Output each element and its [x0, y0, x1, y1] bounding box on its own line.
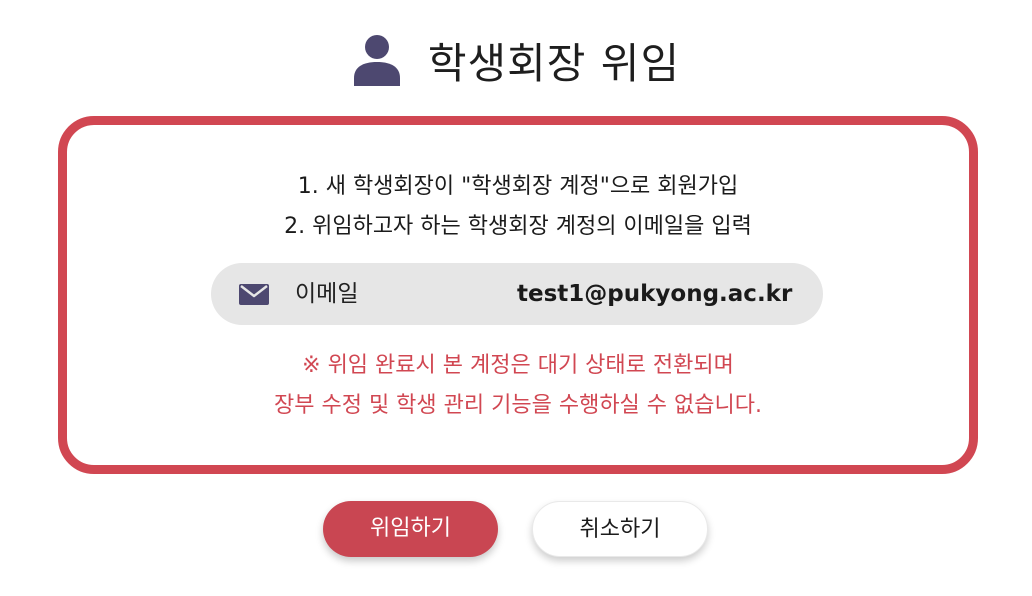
title-row: 학생회장 위임	[0, 24, 1032, 96]
delegation-card: 1. 새 학생회장이 "학생회장 계정"으로 회원가입 2. 위임하고자 하는 …	[58, 116, 978, 474]
instruction-line-2: 2. 위임하고자 하는 학생회장 계정의 이메일을 입력	[284, 214, 752, 239]
delegate-president-page: 학생회장 위임 1. 새 학생회장이 "학생회장 계정"으로 회원가입 2. 위…	[0, 0, 1032, 596]
warning-message: ※ 위임 완료시 본 계정은 대기 상태로 전환되며 장부 수정 및 학생 관리…	[67, 346, 969, 426]
delegate-button[interactable]: 위임하기	[323, 501, 498, 557]
mail-icon	[239, 284, 269, 305]
warning-line-1: ※ 위임 완료시 본 계정은 대기 상태로 전환되며	[302, 353, 734, 378]
email-label: 이메일	[295, 281, 359, 307]
email-value[interactable]: test1@pukyong.ac.kr	[517, 263, 792, 325]
warning-line-2: 장부 수정 및 학생 관리 기능을 수행하실 수 없습니다.	[274, 393, 762, 418]
email-field[interactable]: 이메일 test1@pukyong.ac.kr	[211, 263, 823, 325]
cancel-button[interactable]: 취소하기	[532, 501, 708, 557]
instruction-line-1: 1. 새 학생회장이 "학생회장 계정"으로 회원가입	[297, 174, 739, 199]
page-title: 학생회장 위임	[427, 38, 681, 88]
user-icon	[352, 34, 402, 86]
instructions: 1. 새 학생회장이 "학생회장 계정"으로 회원가입 2. 위임하고자 하는 …	[67, 167, 969, 247]
